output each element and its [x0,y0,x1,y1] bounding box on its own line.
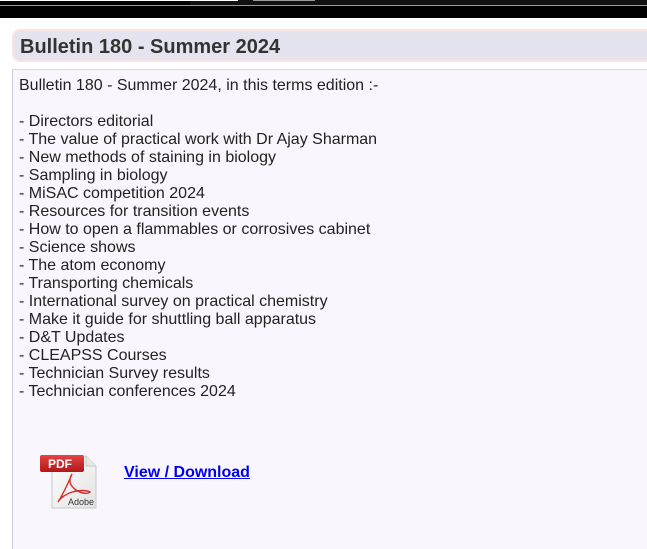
list-item: - Technician conferences 2024 [19,383,236,400]
pdf-adobe-icon[interactable]: PDF Adobe [38,450,102,512]
browser-top-strip [0,0,647,18]
top-divider [0,5,647,6]
pdf-badge-text: PDF [48,457,72,471]
list-item: - Technician Survey results [19,365,210,382]
bulletin-content: Bulletin 180 - Summer 2024, in this term… [12,69,647,549]
list-item: - Make it guide for shuttling ball appar… [19,311,317,328]
tab-indicator [0,0,238,1]
list-item: - The value of practical work with Dr Aj… [19,131,378,148]
list-item: - MiSAC competition 2024 [19,185,205,202]
list-item: - International survey on practical chem… [19,293,328,310]
list-item: - Science shows [19,239,136,256]
bulletin-title: Bulletin 180 - Summer 2024 [20,36,281,58]
list-item: - CLEAPSS Courses [19,347,167,364]
bulletin-intro: Bulletin 180 - Summer 2024, in this term… [19,77,379,94]
list-item: - Resources for transition events [19,203,250,220]
bulletin-contents-list: - Directors editorial - The value of pra… [19,113,377,401]
list-item: - Sampling in biology [19,167,168,184]
tab-indicator-secondary [253,0,315,1]
list-item: - Transporting chemicals [19,275,194,292]
list-item: - Directors editorial [19,113,154,130]
view-download-link[interactable]: View / Download [124,464,250,482]
bulletin-panel: Bulletin 180 - Summer 2024 Bulletin 180 … [12,29,647,549]
bulletin-title-bar: Bulletin 180 - Summer 2024 [12,29,647,62]
list-item: - New methods of staining in biology [19,149,277,166]
list-item: - The atom economy [19,257,166,274]
pdf-caption-text: Adobe [68,497,94,507]
list-item: - How to open a flammables or corrosives… [19,221,371,238]
list-item: - D&T Updates [19,329,125,346]
pdf-file-icon: PDF Adobe [40,455,97,509]
